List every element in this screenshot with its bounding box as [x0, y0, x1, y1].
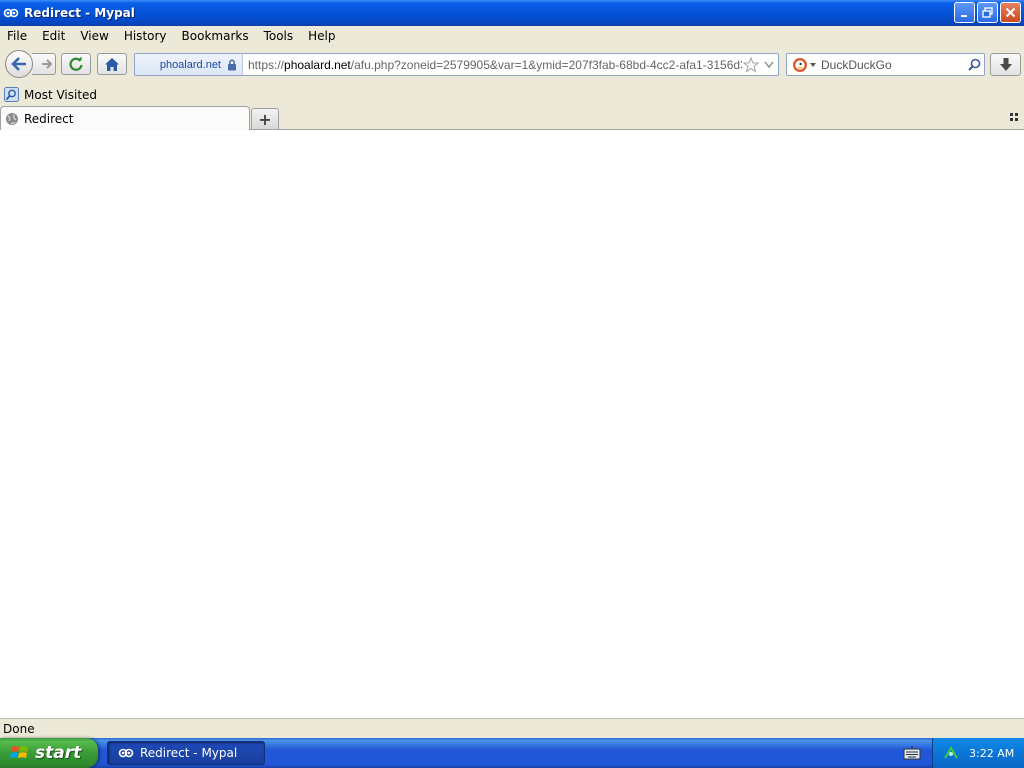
lock-icon	[228, 59, 236, 70]
search-input[interactable]: DuckDuckGo	[821, 58, 964, 72]
search-go-button[interactable]	[964, 58, 984, 71]
restore-icon	[982, 7, 993, 18]
menu-tools[interactable]: Tools	[257, 29, 302, 43]
forward-button[interactable]	[32, 53, 56, 75]
site-identity-button[interactable]: phoalard.net	[135, 54, 243, 75]
mypal-icon	[118, 748, 134, 758]
search-bar[interactable]: DuckDuckGo	[786, 53, 985, 76]
menu-bar: File Edit View History Bookmarks Tools H…	[0, 26, 1024, 46]
mypal-icon	[3, 5, 19, 21]
globe-icon	[6, 112, 18, 125]
taskbar: start Redirect - Mypal 3:22 AM	[0, 738, 1024, 768]
downloads-button[interactable]	[990, 53, 1021, 76]
clock[interactable]: 3:22 AM	[969, 747, 1014, 760]
back-arrow-icon	[11, 57, 26, 71]
chevron-down-icon	[764, 61, 774, 68]
search-icon	[967, 58, 980, 71]
reload-icon	[69, 56, 83, 71]
forward-arrow-icon	[41, 59, 52, 69]
url-host: phoalard.net	[284, 57, 351, 72]
new-tab-button[interactable]: +	[251, 108, 279, 129]
download-arrow-icon	[999, 58, 1012, 71]
url-input[interactable]: https://phoalard.net/afu.php?zoneid=2579…	[243, 58, 742, 72]
menu-bookmarks[interactable]: Bookmarks	[175, 29, 257, 43]
minimize-button[interactable]	[954, 2, 975, 23]
taskbar-item-label: Redirect - Mypal	[140, 746, 238, 760]
bookmarks-toolbar: Most Visited	[0, 84, 1024, 105]
menu-help[interactable]: Help	[301, 29, 343, 43]
duckduckgo-icon	[793, 57, 807, 72]
tab-strip: Redirect +	[0, 105, 1024, 130]
engine-dropdown-icon	[810, 62, 816, 67]
star-icon	[743, 56, 759, 73]
reload-button[interactable]	[61, 53, 91, 75]
url-path: /afu.php?zoneid=2579905&var=1&ymid=207f3…	[350, 57, 742, 72]
tab-title: Redirect	[24, 111, 74, 126]
minimize-icon	[960, 14, 967, 17]
url-history-dropdown[interactable]	[760, 61, 778, 68]
menu-file[interactable]: File	[0, 29, 35, 43]
url-bar[interactable]: phoalard.net https://phoalard.net/afu.ph…	[134, 53, 779, 76]
site-identity-label: phoalard.net	[159, 58, 221, 71]
most-visited-folder[interactable]: Most Visited	[4, 87, 97, 102]
most-visited-label: Most Visited	[24, 87, 98, 102]
most-visited-icon	[4, 87, 19, 102]
home-icon	[105, 57, 119, 71]
status-bar: Done	[0, 718, 1024, 738]
start-label: start	[35, 743, 82, 763]
plus-icon: +	[258, 109, 272, 129]
menu-view[interactable]: View	[73, 29, 116, 43]
system-tray: 3:22 AM	[932, 738, 1024, 768]
window-title-bar[interactable]: Redirect - Mypal	[0, 0, 1024, 26]
network-icon[interactable]	[943, 745, 959, 761]
close-button[interactable]	[1000, 2, 1021, 23]
status-text: Done	[3, 721, 35, 736]
search-engine-button[interactable]	[787, 57, 821, 73]
bookmark-star-button[interactable]	[742, 56, 760, 73]
menu-history[interactable]: History	[117, 29, 175, 43]
keyboard-icon[interactable]	[903, 746, 921, 760]
page-content	[0, 130, 1024, 718]
tab-redirect[interactable]: Redirect	[0, 106, 250, 130]
back-button[interactable]	[5, 50, 33, 78]
windows-logo-icon	[10, 746, 28, 758]
home-button[interactable]	[97, 53, 127, 75]
list-all-tabs-icon[interactable]	[1009, 112, 1019, 122]
window-title: Redirect - Mypal	[24, 6, 135, 20]
taskbar-item-mypal[interactable]: Redirect - Mypal	[107, 741, 265, 765]
menu-edit[interactable]: Edit	[35, 29, 73, 43]
restore-button[interactable]	[977, 2, 998, 23]
close-icon	[1005, 7, 1016, 18]
url-scheme: https://	[248, 57, 285, 72]
start-button[interactable]: start	[0, 738, 98, 768]
